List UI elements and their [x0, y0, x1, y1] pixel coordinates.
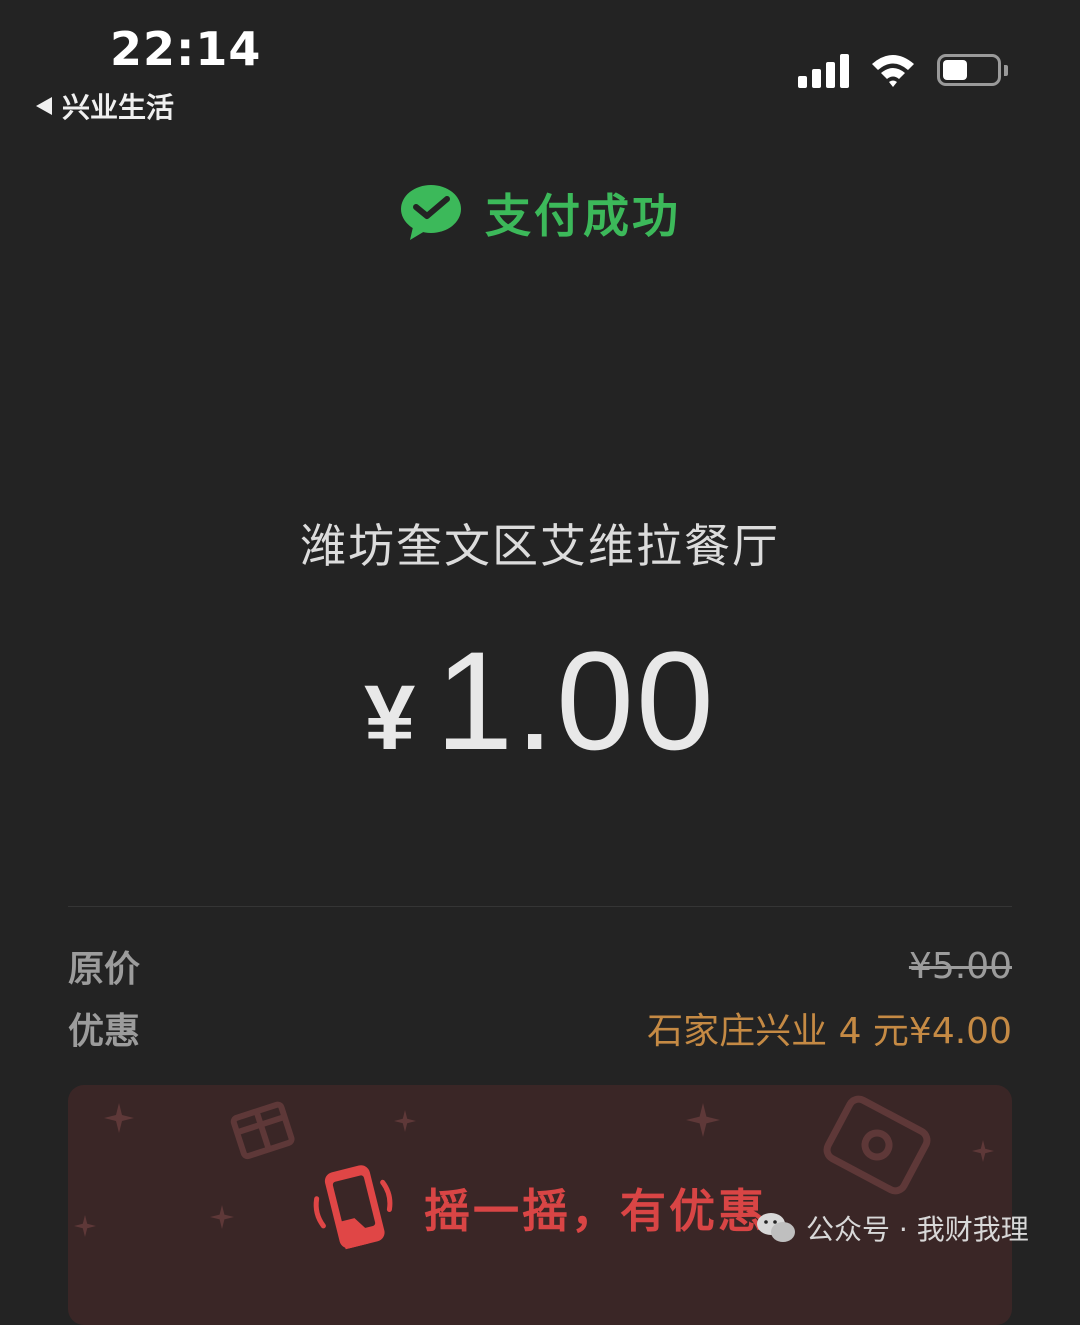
signal-icon: [798, 52, 849, 88]
payment-amount: ¥ 1.00: [0, 620, 1080, 782]
discount-value: 石家庄兴业 4 元¥4.00: [647, 1011, 1012, 1052]
coupon-icon: [823, 1095, 931, 1195]
wechat-icon: [757, 1213, 795, 1242]
original-price-value: ¥5.00: [908, 945, 1012, 987]
shake-promo-text: 摇一摇，有优惠: [424, 1184, 767, 1238]
wifi-icon: [872, 55, 914, 87]
currency-symbol: ¥: [364, 667, 416, 769]
back-app-label: 兴业生活: [62, 91, 175, 124]
battery-icon: [937, 54, 1008, 86]
back-arrow-icon: [36, 97, 52, 115]
watermark-text: 公众号 · 我财我理: [806, 1213, 1029, 1246]
wechat-pay-check-icon: [401, 185, 461, 240]
shake-promo-banner[interactable]: 摇一摇，有优惠: [68, 1085, 1012, 1325]
shake-promo-content: 摇一摇，有优惠: [306, 1160, 767, 1256]
divider: [68, 906, 1012, 907]
status-time: 22:14: [110, 22, 262, 76]
status-icons: [798, 52, 1008, 88]
sparkle-icon: [104, 1103, 134, 1133]
sparkle-icon: [972, 1140, 994, 1162]
discount-label: 优惠: [68, 1011, 141, 1052]
payment-success-header: 支付成功: [0, 180, 1080, 246]
gift-icon: [230, 1101, 295, 1160]
watermark: 公众号 · 我财我理: [756, 1208, 1029, 1248]
payment-success-title: 支付成功: [485, 189, 681, 243]
original-price-row: 原价 ¥5.00: [68, 940, 1012, 992]
shake-phone-icon: [313, 1165, 393, 1250]
sparkle-icon: [686, 1103, 720, 1137]
back-to-app-button[interactable]: 兴业生活: [36, 86, 174, 126]
merchant-name: 潍坊奎文区艾维拉餐厅: [300, 519, 780, 573]
discount-row: 优惠 石家庄兴业 4 元¥4.00: [68, 1002, 1012, 1054]
sparkle-icon: [210, 1205, 234, 1229]
amount-value: 1.00: [435, 622, 716, 779]
sparkle-icon: [74, 1215, 96, 1237]
original-price-label: 原价: [68, 949, 141, 990]
sparkle-icon: [394, 1110, 416, 1132]
